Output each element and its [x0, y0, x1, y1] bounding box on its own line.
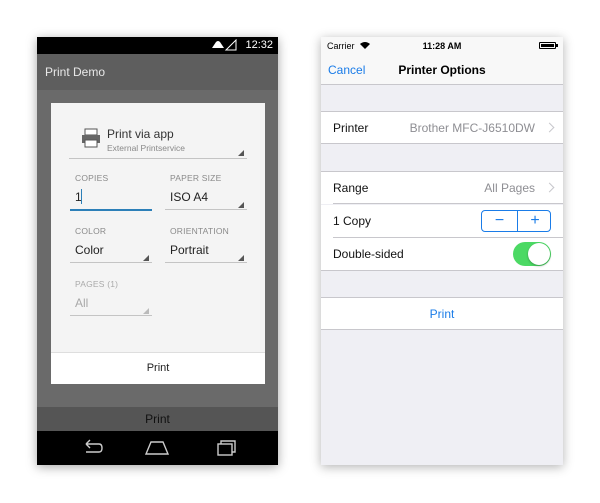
print-service-subtitle: External Printservice — [107, 143, 185, 153]
paper-size-underline — [165, 209, 247, 210]
print-service-selector[interactable]: Print via app External Printservice — [69, 125, 247, 159]
print-button-label: Print — [146, 362, 170, 374]
background-print-label: Print — [145, 412, 170, 426]
print-button[interactable]: Print — [321, 297, 563, 330]
pages-value: All — [75, 296, 89, 310]
pages-select[interactable]: PAGES (1) All — [70, 279, 152, 319]
dropdown-triangle-icon — [238, 255, 244, 261]
print-service-name: Print via app — [107, 127, 174, 141]
orientation-select[interactable]: ORIENTATION Portrait — [165, 226, 247, 266]
paper-size-value: ISO A4 — [170, 190, 209, 204]
printer-value: Brother MFC-J6510DW — [409, 121, 535, 135]
divider — [69, 158, 247, 159]
android-status-time: 12:32 — [245, 39, 273, 51]
ios-status-time: 11:28 AM — [422, 41, 462, 51]
printer-label: Printer — [333, 121, 369, 135]
orientation-value: Portrait — [170, 243, 209, 257]
print-dialog: Print via app External Printservice COPI… — [51, 103, 265, 384]
ios-nav-bar: Printer Options Cancel — [321, 55, 563, 85]
print-button-label: Print — [429, 307, 455, 321]
double-sided-label: Double-sided — [333, 247, 404, 261]
double-sided-cell: Double-sided — [321, 238, 563, 271]
orientation-underline — [165, 262, 247, 263]
home-icon[interactable] — [142, 437, 172, 459]
toggle-knob — [528, 243, 550, 265]
copies-stepper[interactable]: − + — [481, 210, 551, 232]
stepper-plus-button[interactable]: + — [517, 211, 552, 231]
range-value: All Pages — [484, 181, 535, 195]
copies-underline — [70, 209, 152, 211]
cancel-button[interactable]: Cancel — [328, 63, 365, 77]
paper-size-label: PAPER SIZE — [170, 173, 222, 183]
dropdown-triangle-icon — [143, 308, 149, 314]
copies-label: COPIES — [75, 173, 109, 183]
color-label: COLOR — [75, 226, 107, 236]
copies-label: 1 Copy — [333, 214, 372, 228]
color-underline — [70, 262, 152, 263]
background-print-button[interactable]: Print — [37, 407, 278, 431]
copies-cell: 1 Copy − + — [321, 205, 563, 238]
android-status-bar: 12:32 — [37, 37, 278, 54]
android-nav-bar — [37, 431, 278, 465]
color-value: Color — [75, 243, 104, 257]
orientation-label: ORIENTATION — [170, 226, 230, 236]
divider — [333, 203, 563, 204]
dropdown-triangle-icon — [238, 202, 244, 208]
range-cell[interactable]: Range All Pages — [321, 171, 563, 204]
dropdown-triangle-icon — [143, 255, 149, 261]
ios-status-bar: Carrier 11:28 AM — [321, 37, 563, 55]
text-cursor — [81, 189, 82, 204]
android-action-bar: Print Demo — [37, 54, 278, 90]
chevron-right-icon — [544, 182, 555, 193]
printer-icon — [82, 128, 100, 148]
color-select[interactable]: COLOR Color — [70, 226, 152, 266]
app-title: Print Demo — [45, 65, 106, 79]
dropdown-triangle-icon — [238, 150, 244, 156]
signal-wifi-icon — [212, 39, 237, 51]
stepper-minus-button[interactable]: − — [482, 211, 517, 231]
battery-icon — [539, 42, 558, 49]
paper-size-select[interactable]: PAPER SIZE ISO A4 — [165, 173, 247, 213]
recents-icon[interactable] — [209, 437, 239, 459]
print-button[interactable]: Print — [51, 352, 265, 384]
range-label: Range — [333, 181, 369, 195]
double-sided-toggle[interactable] — [513, 242, 551, 266]
chevron-right-icon — [544, 122, 555, 133]
ios-phone: Carrier 11:28 AM Printer Options Cancel … — [321, 37, 563, 465]
pages-underline — [70, 315, 152, 316]
android-phone: 12:32 Print Demo Print Print via app Ext… — [37, 37, 278, 465]
back-icon[interactable] — [77, 437, 107, 459]
printer-cell[interactable]: Printer Brother MFC-J6510DW — [321, 111, 563, 144]
copies-field[interactable]: COPIES 1 — [70, 173, 152, 213]
pages-label: PAGES (1) — [75, 279, 119, 289]
